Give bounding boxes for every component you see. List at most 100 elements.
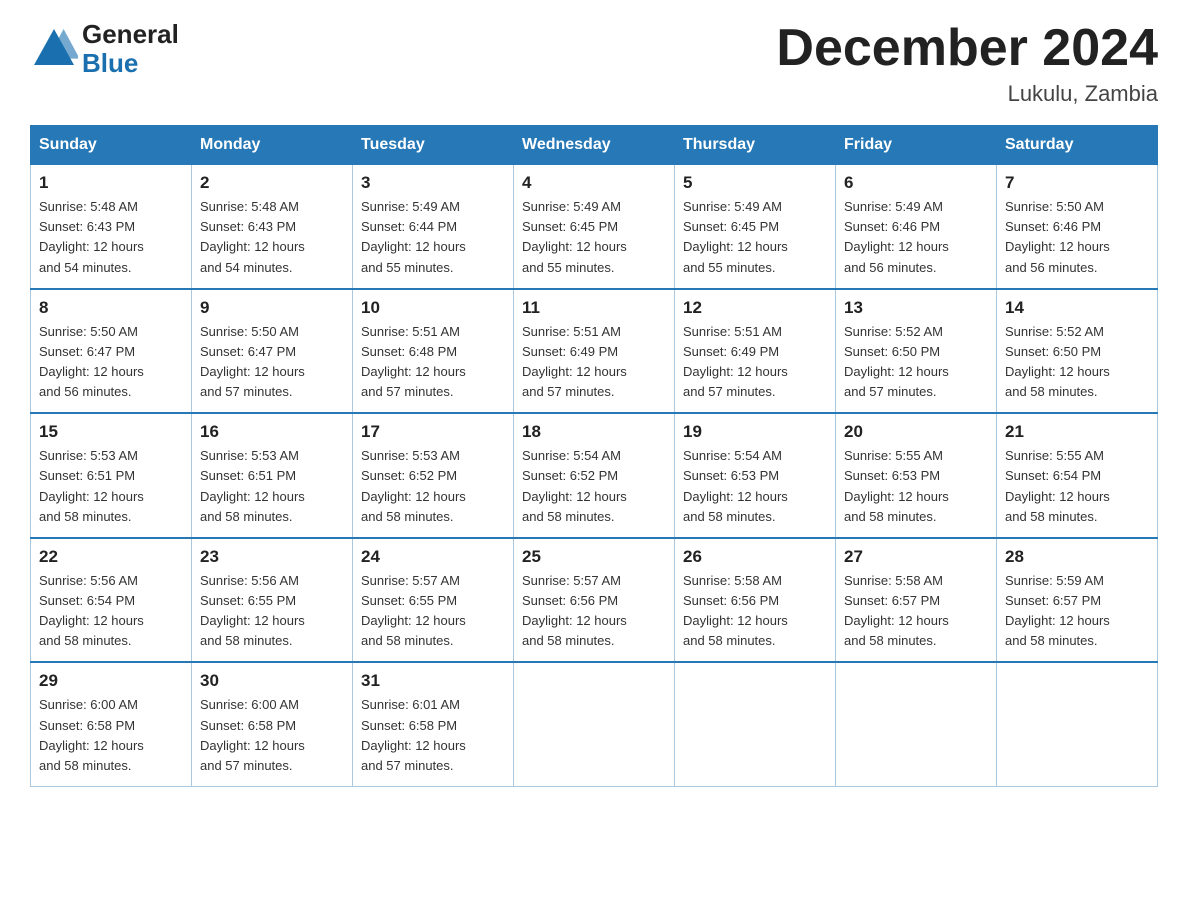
- calendar-cell: 20 Sunrise: 5:55 AMSunset: 6:53 PMDaylig…: [836, 413, 997, 538]
- calendar-cell: 5 Sunrise: 5:49 AMSunset: 6:45 PMDayligh…: [675, 165, 836, 289]
- logo-blue-text: Blue: [82, 49, 179, 78]
- day-number: 6: [844, 173, 988, 193]
- day-number: 27: [844, 547, 988, 567]
- calendar-cell: 7 Sunrise: 5:50 AMSunset: 6:46 PMDayligh…: [997, 165, 1158, 289]
- day-info: Sunrise: 6:01 AMSunset: 6:58 PMDaylight:…: [361, 697, 466, 772]
- logo-icon: [30, 25, 78, 73]
- day-info: Sunrise: 5:55 AMSunset: 6:54 PMDaylight:…: [1005, 448, 1110, 523]
- day-info: Sunrise: 5:51 AMSunset: 6:49 PMDaylight:…: [522, 324, 627, 399]
- header-monday: Monday: [192, 126, 353, 165]
- day-info: Sunrise: 5:52 AMSunset: 6:50 PMDaylight:…: [1005, 324, 1110, 399]
- logo-general-text: General: [82, 20, 179, 49]
- calendar-cell: 29 Sunrise: 6:00 AMSunset: 6:58 PMDaylig…: [31, 662, 192, 786]
- day-info: Sunrise: 5:53 AMSunset: 6:52 PMDaylight:…: [361, 448, 466, 523]
- day-info: Sunrise: 5:56 AMSunset: 6:54 PMDaylight:…: [39, 573, 144, 648]
- day-number: 16: [200, 422, 344, 442]
- day-info: Sunrise: 5:48 AMSunset: 6:43 PMDaylight:…: [200, 199, 305, 274]
- day-number: 5: [683, 173, 827, 193]
- day-number: 31: [361, 671, 505, 691]
- day-number: 4: [522, 173, 666, 193]
- day-number: 7: [1005, 173, 1149, 193]
- day-number: 8: [39, 298, 183, 318]
- day-number: 3: [361, 173, 505, 193]
- day-number: 9: [200, 298, 344, 318]
- day-info: Sunrise: 5:51 AMSunset: 6:48 PMDaylight:…: [361, 324, 466, 399]
- day-info: Sunrise: 5:56 AMSunset: 6:55 PMDaylight:…: [200, 573, 305, 648]
- day-number: 23: [200, 547, 344, 567]
- calendar-cell: 16 Sunrise: 5:53 AMSunset: 6:51 PMDaylig…: [192, 413, 353, 538]
- calendar-week-5: 29 Sunrise: 6:00 AMSunset: 6:58 PMDaylig…: [31, 662, 1158, 786]
- header-saturday: Saturday: [997, 126, 1158, 165]
- calendar-cell: 24 Sunrise: 5:57 AMSunset: 6:55 PMDaylig…: [353, 538, 514, 663]
- day-number: 2: [200, 173, 344, 193]
- logo: General Blue: [30, 20, 179, 77]
- header-wednesday: Wednesday: [514, 126, 675, 165]
- day-number: 1: [39, 173, 183, 193]
- calendar-cell: 10 Sunrise: 5:51 AMSunset: 6:48 PMDaylig…: [353, 289, 514, 414]
- calendar-cell: 13 Sunrise: 5:52 AMSunset: 6:50 PMDaylig…: [836, 289, 997, 414]
- day-info: Sunrise: 5:51 AMSunset: 6:49 PMDaylight:…: [683, 324, 788, 399]
- header-thursday: Thursday: [675, 126, 836, 165]
- calendar-cell: 27 Sunrise: 5:58 AMSunset: 6:57 PMDaylig…: [836, 538, 997, 663]
- location-title: Lukulu, Zambia: [776, 81, 1158, 107]
- day-number: 11: [522, 298, 666, 318]
- day-info: Sunrise: 5:50 AMSunset: 6:47 PMDaylight:…: [39, 324, 144, 399]
- calendar-cell: 6 Sunrise: 5:49 AMSunset: 6:46 PMDayligh…: [836, 165, 997, 289]
- day-info: Sunrise: 5:57 AMSunset: 6:56 PMDaylight:…: [522, 573, 627, 648]
- day-info: Sunrise: 5:49 AMSunset: 6:45 PMDaylight:…: [522, 199, 627, 274]
- calendar-cell: 21 Sunrise: 5:55 AMSunset: 6:54 PMDaylig…: [997, 413, 1158, 538]
- calendar-cell: 28 Sunrise: 5:59 AMSunset: 6:57 PMDaylig…: [997, 538, 1158, 663]
- calendar-cell: 25 Sunrise: 5:57 AMSunset: 6:56 PMDaylig…: [514, 538, 675, 663]
- calendar-cell: 8 Sunrise: 5:50 AMSunset: 6:47 PMDayligh…: [31, 289, 192, 414]
- title-area: December 2024 Lukulu, Zambia: [776, 20, 1158, 107]
- calendar-week-3: 15 Sunrise: 5:53 AMSunset: 6:51 PMDaylig…: [31, 413, 1158, 538]
- calendar-cell: 4 Sunrise: 5:49 AMSunset: 6:45 PMDayligh…: [514, 165, 675, 289]
- day-info: Sunrise: 5:48 AMSunset: 6:43 PMDaylight:…: [39, 199, 144, 274]
- calendar-cell: [514, 662, 675, 786]
- day-number: 28: [1005, 547, 1149, 567]
- day-info: Sunrise: 5:59 AMSunset: 6:57 PMDaylight:…: [1005, 573, 1110, 648]
- header-tuesday: Tuesday: [353, 126, 514, 165]
- day-number: 30: [200, 671, 344, 691]
- month-title: December 2024: [776, 20, 1158, 77]
- calendar-cell: [997, 662, 1158, 786]
- calendar-cell: 11 Sunrise: 5:51 AMSunset: 6:49 PMDaylig…: [514, 289, 675, 414]
- day-number: 15: [39, 422, 183, 442]
- calendar-cell: 23 Sunrise: 5:56 AMSunset: 6:55 PMDaylig…: [192, 538, 353, 663]
- day-info: Sunrise: 5:52 AMSunset: 6:50 PMDaylight:…: [844, 324, 949, 399]
- calendar-cell: [675, 662, 836, 786]
- calendar-cell: 22 Sunrise: 5:56 AMSunset: 6:54 PMDaylig…: [31, 538, 192, 663]
- day-number: 18: [522, 422, 666, 442]
- day-number: 12: [683, 298, 827, 318]
- day-number: 10: [361, 298, 505, 318]
- calendar-cell: 18 Sunrise: 5:54 AMSunset: 6:52 PMDaylig…: [514, 413, 675, 538]
- day-info: Sunrise: 5:50 AMSunset: 6:47 PMDaylight:…: [200, 324, 305, 399]
- day-info: Sunrise: 5:57 AMSunset: 6:55 PMDaylight:…: [361, 573, 466, 648]
- day-number: 26: [683, 547, 827, 567]
- day-info: Sunrise: 5:49 AMSunset: 6:45 PMDaylight:…: [683, 199, 788, 274]
- calendar-cell: 26 Sunrise: 5:58 AMSunset: 6:56 PMDaylig…: [675, 538, 836, 663]
- calendar-cell: 2 Sunrise: 5:48 AMSunset: 6:43 PMDayligh…: [192, 165, 353, 289]
- day-info: Sunrise: 6:00 AMSunset: 6:58 PMDaylight:…: [200, 697, 305, 772]
- calendar-week-4: 22 Sunrise: 5:56 AMSunset: 6:54 PMDaylig…: [31, 538, 1158, 663]
- calendar-cell: 9 Sunrise: 5:50 AMSunset: 6:47 PMDayligh…: [192, 289, 353, 414]
- header-friday: Friday: [836, 126, 997, 165]
- calendar-cell: [836, 662, 997, 786]
- day-number: 21: [1005, 422, 1149, 442]
- day-number: 13: [844, 298, 988, 318]
- calendar-week-1: 1 Sunrise: 5:48 AMSunset: 6:43 PMDayligh…: [31, 165, 1158, 289]
- day-number: 19: [683, 422, 827, 442]
- day-info: Sunrise: 5:55 AMSunset: 6:53 PMDaylight:…: [844, 448, 949, 523]
- day-number: 17: [361, 422, 505, 442]
- day-info: Sunrise: 5:54 AMSunset: 6:52 PMDaylight:…: [522, 448, 627, 523]
- day-info: Sunrise: 5:53 AMSunset: 6:51 PMDaylight:…: [39, 448, 144, 523]
- calendar-week-2: 8 Sunrise: 5:50 AMSunset: 6:47 PMDayligh…: [31, 289, 1158, 414]
- day-number: 29: [39, 671, 183, 691]
- calendar-cell: 1 Sunrise: 5:48 AMSunset: 6:43 PMDayligh…: [31, 165, 192, 289]
- day-number: 20: [844, 422, 988, 442]
- day-info: Sunrise: 5:49 AMSunset: 6:46 PMDaylight:…: [844, 199, 949, 274]
- calendar-cell: 3 Sunrise: 5:49 AMSunset: 6:44 PMDayligh…: [353, 165, 514, 289]
- day-number: 25: [522, 547, 666, 567]
- day-number: 22: [39, 547, 183, 567]
- day-info: Sunrise: 6:00 AMSunset: 6:58 PMDaylight:…: [39, 697, 144, 772]
